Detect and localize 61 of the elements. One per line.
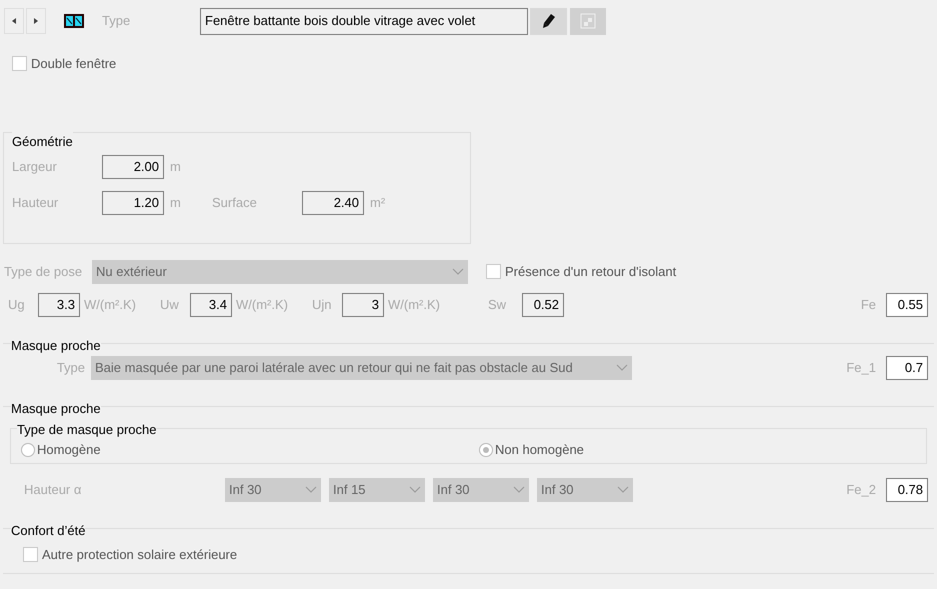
type-label: Type [102,12,132,30]
checkbox-label: Présence d'un retour d'isolant [505,262,676,281]
field-label: Ug [8,296,26,314]
field-label: Hauteur [12,194,60,212]
field-label: Sw [488,296,508,314]
field-label: Largeur [12,158,58,176]
chevron-icon [305,486,317,493]
pen-icon [542,13,556,29]
dropdown[interactable]: Inf 30 [225,478,321,502]
chevron-icon [452,268,464,275]
left-arrow-icon [12,18,16,24]
number-field[interactable]: 1.20 [102,190,164,214]
number-field[interactable]: 2.40 [302,190,364,214]
edit-button[interactable] [530,8,567,34]
checkbox[interactable] [23,546,38,562]
unit-label: m [170,158,182,176]
number-field[interactable]: 0.7 [886,356,928,380]
radio-button[interactable] [21,442,35,456]
radio-label: Non homogène [495,440,584,459]
checkbox[interactable] [12,56,27,72]
type-field[interactable]: Fenêtre battante bois double vitrage avec volet [200,8,528,34]
window-icon [64,14,84,28]
field-label: Hauteur α [24,480,82,499]
field-label: Type de pose [4,262,84,281]
chevron-icon [513,486,525,493]
number-field[interactable]: 3.3 [38,292,80,316]
squares-icon [580,13,596,29]
number-field[interactable]: 2.00 [102,154,164,178]
number-field[interactable]: 0.52 [522,292,564,316]
number-field[interactable]: 3 [342,292,384,316]
dropdown[interactable]: Inf 30 [537,478,633,502]
chevron-icon [409,486,421,493]
unit-label: W/(m².K) [84,296,137,314]
right-arrow-icon [34,18,38,24]
dropdown[interactable]: Inf 15 [329,478,425,502]
unit-label: m [170,194,182,212]
field-label: Type [56,358,86,377]
checkbox[interactable] [486,264,501,279]
unit-label: m² [370,194,386,212]
previous-button[interactable] [4,8,24,34]
chevron-icon [616,364,628,371]
next-button[interactable] [26,8,46,34]
radio-label: Homogène [37,440,101,459]
unit-label: W/(m².K) [388,296,441,314]
field-label: Surface [212,194,258,212]
checkbox-label: Double fenêtre [31,55,116,73]
field-label: Uw [160,296,180,314]
chevron-icon [617,486,629,493]
field-label: Fe_1 [846,358,876,377]
dropdown[interactable]: Inf 30 [433,478,529,502]
number-field[interactable]: 0.55 [886,292,928,316]
field-label: Fe_2 [846,480,876,499]
dropdown[interactable]: Baie masquée par une paroi latérale avec un retour qui ne fait pas obstacle au Sud [91,356,632,380]
field-label: Fe [860,296,876,314]
checkbox-label: Autre protection solaire extérieure [42,546,238,564]
dropdown[interactable]: Nu extérieur [92,260,468,284]
number-field[interactable]: 0.78 [886,478,928,502]
field-label: Ujn [312,296,333,314]
unit-label: W/(m².K) [236,296,289,314]
radio-button[interactable] [479,442,493,456]
number-field[interactable]: 3.4 [190,292,232,316]
